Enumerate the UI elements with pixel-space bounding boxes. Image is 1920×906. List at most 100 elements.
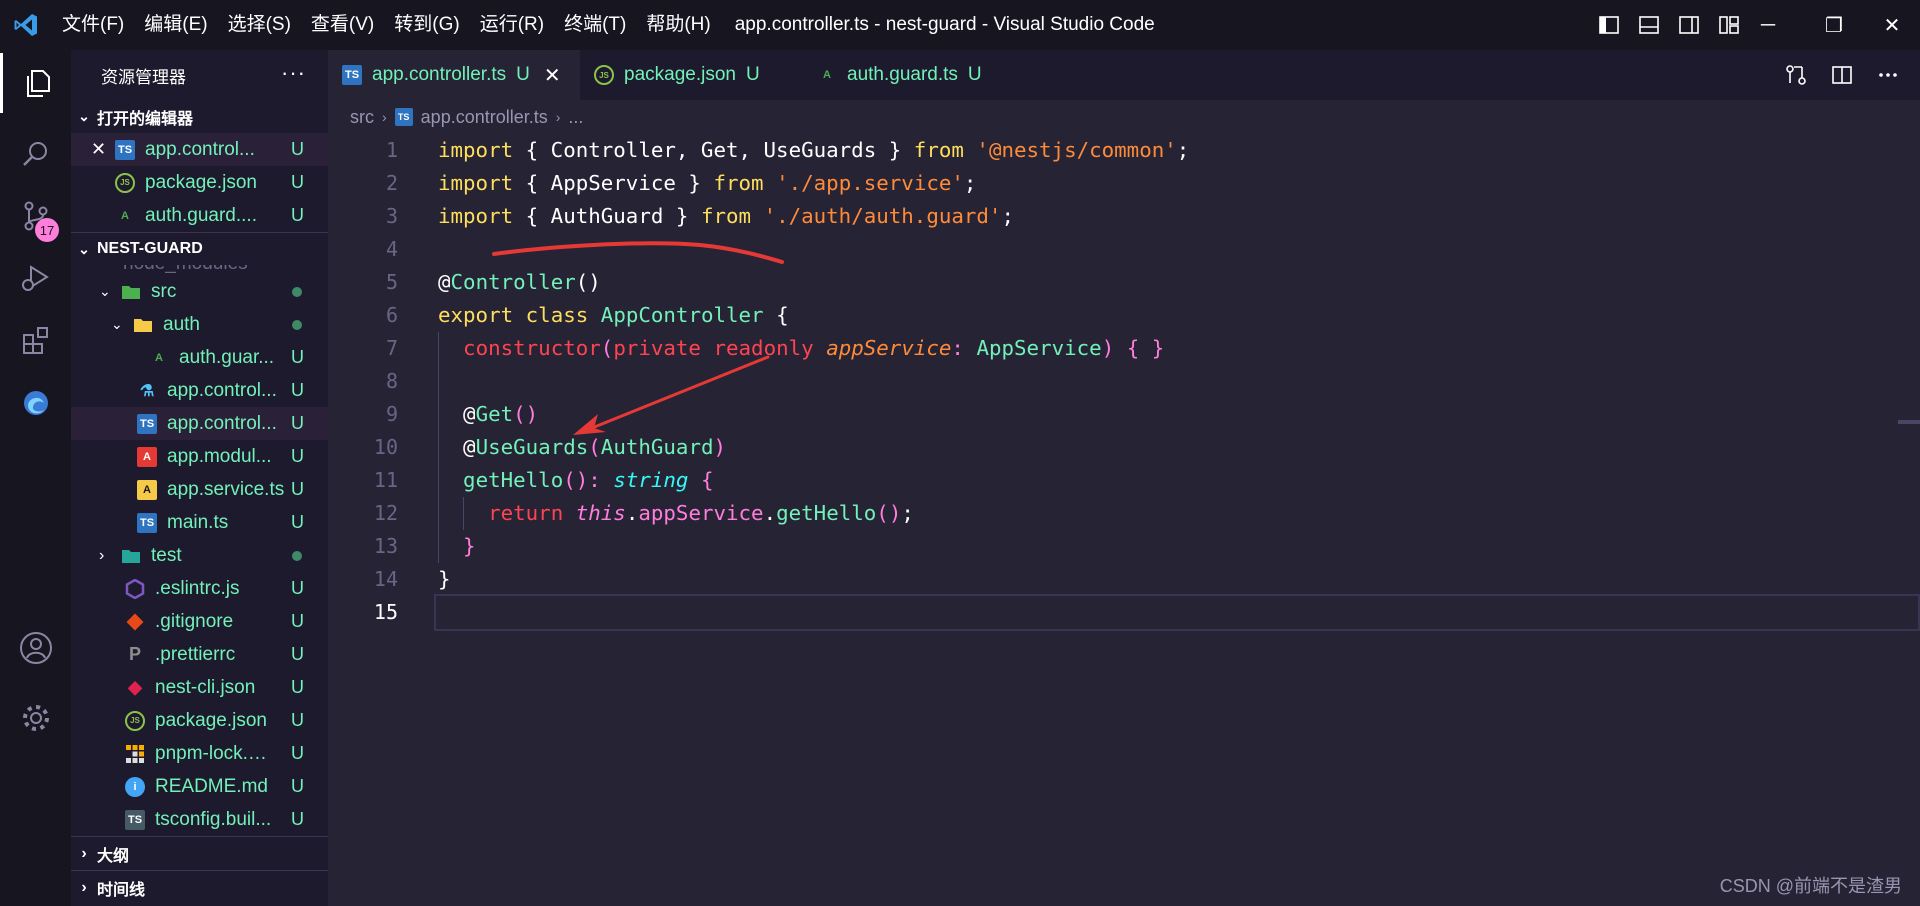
untracked-badge: U: [291, 139, 304, 159]
tab-package-json[interactable]: JS package.json U: [580, 50, 760, 100]
open-editor-item[interactable]: A auth.guard.... U: [71, 199, 328, 232]
tree-file[interactable]: P .prettierrc U: [71, 638, 328, 671]
menu-terminal[interactable]: 终端(T): [554, 0, 636, 50]
more-actions-icon[interactable]: ···: [281, 60, 306, 86]
code-line: }: [438, 530, 1898, 563]
untracked-badge: U: [291, 578, 304, 598]
untracked-badge: U: [291, 677, 304, 697]
menu-selection[interactable]: 选择(S): [218, 0, 301, 50]
tab-label: app.controller.ts: [372, 64, 507, 85]
toggle-secondary-sidebar-icon[interactable]: [1677, 13, 1701, 37]
tree-file-active[interactable]: TS app.control... U: [71, 407, 328, 440]
timeline-section[interactable]: › 时间线: [71, 870, 328, 904]
tree-file[interactable]: A auth.guar... U: [71, 341, 328, 374]
customize-layout-icon[interactable]: [1717, 13, 1741, 37]
line-number: 3: [385, 204, 398, 228]
split-editor-icon[interactable]: [1830, 63, 1854, 87]
untracked-badge: U: [291, 776, 304, 796]
menu-view[interactable]: 查看(V): [301, 0, 384, 50]
info-icon: i: [125, 776, 145, 797]
open-editor-item[interactable]: JS package.json U: [71, 166, 328, 199]
tree-file[interactable]: ⚗ app.control... U: [71, 374, 328, 407]
folder-open-icon: [133, 315, 153, 335]
source-control-icon[interactable]: 17: [0, 186, 71, 246]
line-number: 13: [373, 534, 398, 558]
tree-folder-src[interactable]: ⌄ src: [71, 275, 328, 308]
menu-go[interactable]: 转到(G): [384, 0, 469, 50]
indent-guide: [463, 497, 464, 530]
open-editor-item[interactable]: ✕ TS app.control... U: [71, 133, 328, 166]
code-line: return this.appService.getHello();: [438, 497, 1898, 530]
untracked-badge: U: [516, 64, 530, 85]
typescript-file-icon: TS: [342, 65, 362, 85]
minimap[interactable]: [1898, 134, 1920, 614]
tree-file[interactable]: TS main.ts U: [71, 506, 328, 539]
minimize-button[interactable]: ─: [1740, 0, 1796, 50]
chevron-right-icon: ›: [99, 546, 105, 564]
angular-guard-file-icon: A: [155, 351, 163, 364]
more-actions-icon[interactable]: [1876, 63, 1900, 87]
tree-folder-auth[interactable]: ⌄ auth: [71, 308, 328, 341]
open-changes-icon[interactable]: [1784, 63, 1808, 87]
indent-guide: [438, 464, 439, 497]
open-editors-section[interactable]: ⌄ 打开的编辑器: [71, 100, 328, 133]
menu-file[interactable]: 文件(F): [52, 0, 134, 50]
close-icon[interactable]: ✕: [544, 63, 561, 88]
breadcrumb-file[interactable]: app.controller.ts: [421, 107, 548, 128]
code-editor[interactable]: import { Controller, Get, UseGuards } fr…: [434, 134, 1920, 631]
run-debug-icon[interactable]: [0, 248, 71, 308]
line-number: 2: [385, 171, 398, 195]
outline-section[interactable]: › 大纲: [71, 836, 328, 870]
menu-run[interactable]: 运行(R): [470, 0, 554, 50]
tree-file[interactable]: A app.service.ts U: [71, 473, 328, 506]
close-window-button[interactable]: ✕: [1864, 0, 1920, 50]
tree-file[interactable]: .eslintrc.js U: [71, 572, 328, 605]
edge-tools-icon[interactable]: [0, 373, 71, 433]
tree-file[interactable]: JS package.json U: [71, 704, 328, 737]
tree-file[interactable]: i README.md U: [71, 770, 328, 803]
settings-gear-icon[interactable]: [0, 688, 71, 748]
extensions-icon[interactable]: [0, 310, 71, 370]
indent-guide: [438, 497, 439, 530]
tree-file[interactable]: .gitignore U: [71, 605, 328, 638]
menu-help[interactable]: 帮助(H): [636, 0, 720, 50]
close-icon[interactable]: ✕: [91, 139, 115, 160]
explorer-icon[interactable]: [0, 53, 74, 113]
tree-folder-node-modules[interactable]: node_modules: [71, 265, 248, 275]
tree-file[interactable]: ◆ nest-cli.json U: [71, 671, 328, 704]
account-icon[interactable]: [0, 618, 71, 678]
explorer-header: 资源管理器 ···: [71, 50, 328, 100]
code-line: getHello(): string {: [438, 464, 1898, 497]
tree-folder-test[interactable]: › test: [71, 539, 328, 572]
toggle-primary-sidebar-icon[interactable]: [1597, 13, 1621, 37]
eslint-icon: [125, 578, 145, 599]
outline-label: 大纲: [97, 847, 130, 865]
tree-file[interactable]: A app.modul... U: [71, 440, 328, 473]
tab-app-controller[interactable]: TS app.controller.ts U ✕: [328, 50, 580, 100]
menu-edit[interactable]: 编辑(E): [134, 0, 217, 50]
restore-button[interactable]: ❐: [1806, 0, 1862, 50]
tree-file[interactable]: pnpm-lock.y... U: [71, 737, 328, 770]
line-number: 1: [385, 138, 398, 162]
code-line: @Controller(): [438, 270, 601, 294]
code-line: }: [438, 567, 451, 591]
tab-label: package.json: [624, 64, 736, 85]
project-section[interactable]: ⌄ NEST-GUARD: [71, 232, 328, 265]
breadcrumb-symbol[interactable]: ...: [568, 107, 583, 128]
project-label: NEST-GUARD: [97, 240, 203, 257]
timeline-label: 时间线: [97, 881, 146, 899]
search-icon[interactable]: [0, 124, 71, 184]
tree-file[interactable]: TS tsconfig.buil... U: [71, 803, 328, 836]
tsconfig-icon: TS: [125, 809, 145, 830]
toggle-panel-icon[interactable]: [1637, 13, 1661, 37]
chevron-right-icon: ›: [81, 844, 87, 862]
chevron-down-icon: ⌄: [78, 240, 90, 257]
untracked-badge: U: [291, 611, 304, 631]
untracked-badge: U: [291, 347, 304, 367]
scrollbar-marker[interactable]: [1898, 420, 1920, 424]
breadcrumb-folder[interactable]: src: [350, 107, 374, 128]
code-line: @Get(): [438, 398, 1898, 431]
line-number-current: 15: [373, 600, 398, 624]
tab-auth-guard[interactable]: A auth.guard.ts U: [803, 50, 982, 100]
code-line-current: [434, 594, 1920, 631]
